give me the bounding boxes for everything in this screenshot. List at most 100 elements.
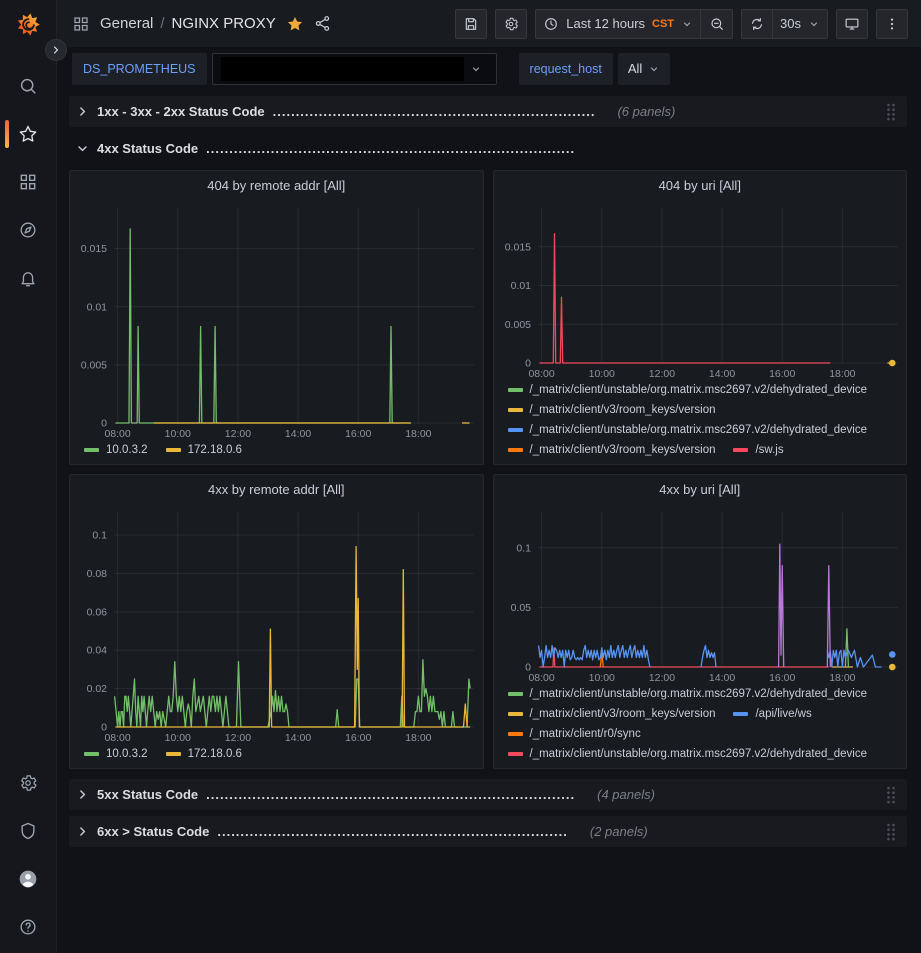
more-options-button[interactable] [876,9,908,39]
panel-4xx-by-remote-addr: 4xx by remote addr [All] 08:0010:0012:00… [69,474,484,769]
datasource-variable-label[interactable]: DS_PROMETHEUS [72,53,207,85]
panel-legend: 10.0.3.2 172.18.0.6 [70,745,483,768]
sidebar-item-help[interactable] [0,903,56,951]
y-tick-label: 0 [525,358,531,370]
request-host-variable-label[interactable]: request_host [519,53,613,85]
series-line [845,629,848,667]
kebab-menu-icon [884,16,900,32]
datasource-variable-select[interactable] [212,53,497,85]
legend-item[interactable]: /api/live/ws [733,708,811,720]
series-end-point [888,651,895,658]
time-range-label: Last 12 hours [566,16,645,31]
y-tick-label: 0.01 [510,280,531,292]
datasource-variable: DS_PROMETHEUS [72,53,497,85]
x-tick-label: 08:00 [528,368,554,380]
request-host-variable-value: All [628,61,642,76]
legend-label: /_matrix/client/unstable/org.matrix.msc2… [530,688,868,700]
sidebar-item-server-admin[interactable] [0,807,56,855]
chevron-down-icon [808,18,820,30]
refresh-button[interactable] [741,9,773,39]
drag-handle-icon[interactable] [884,785,898,805]
zoom-out-icon [709,16,725,32]
legend-item[interactable]: /_matrix/client/unstable/org.matrix.msc2… [508,424,868,436]
drag-handle-icon[interactable] [884,102,898,122]
y-tick-label: 0 [101,418,107,430]
zoom-out-time-button[interactable] [701,9,733,39]
x-tick-label: 12:00 [648,368,674,380]
row-panel-count: (6 panels) [617,104,675,119]
legend-item[interactable]: 172.18.0.6 [166,748,242,760]
sidebar-item-alerting[interactable] [0,254,56,302]
share-icon[interactable] [314,15,331,32]
tv-mode-button[interactable] [836,9,868,39]
legend-swatch [508,428,523,432]
row-4xx[interactable]: 4xx Status Code ........................… [69,133,907,164]
legend-item[interactable]: /_matrix/client/v3/room_keys/version [508,444,716,456]
y-tick-label: 0 [101,722,107,734]
avatar [18,869,38,889]
gear-icon [503,16,519,32]
y-tick-label: 0.005 [81,359,107,371]
sidebar-item-search[interactable] [0,62,56,110]
dashboard-settings-button[interactable] [495,9,527,39]
row-1xx-3xx-2xx[interactable]: 1xx - 3xx - 2xx Status Code ............… [69,96,907,127]
panel-title[interactable]: 404 by remote addr [All] [70,171,483,199]
sidebar-item-starred[interactable] [0,110,56,158]
x-tick-label: 14:00 [708,672,734,684]
time-series-chart[interactable]: 08:0010:0012:0014:0016:0018:0000.050.1 [494,503,907,685]
time-series-chart[interactable]: 08:0010:0012:0014:0016:0018:0000.020.040… [70,503,483,745]
legend-item[interactable]: /sw.js [733,444,783,456]
x-tick-label: 12:00 [225,428,251,440]
panel-title[interactable]: 404 by uri [All] [494,171,907,199]
drag-handle-icon[interactable] [884,822,898,842]
page-title[interactable]: NGINX PROXY [172,15,276,32]
x-tick-label: 18:00 [829,368,855,380]
row-6xx[interactable]: 6xx > Status Code ......................… [69,816,907,847]
x-tick-label: 14:00 [708,368,734,380]
grafana-logo[interactable] [0,0,56,48]
series-line [827,566,830,667]
request-host-variable-select[interactable]: All [618,53,670,85]
sidebar-item-explore[interactable] [0,206,56,254]
x-tick-label: 12:00 [225,732,251,744]
legend-item[interactable]: 10.0.3.2 [84,444,148,456]
panel-title[interactable]: 4xx by uri [All] [494,475,907,503]
legend-item[interactable]: /_matrix/client/unstable/org.matrix.msc2… [508,748,868,760]
legend-item[interactable]: 10.0.3.2 [84,748,148,760]
y-tick-label: 0.015 [81,243,107,255]
sidebar-item-configuration[interactable] [0,759,56,807]
timezone-label: CST [652,18,674,30]
favorite-star-icon[interactable] [286,15,304,33]
refresh-interval-picker[interactable]: 30s [773,9,828,39]
main-area: General / NGINX PROXY Last 12 hour [57,0,921,953]
sidebar-expand-button[interactable] [45,39,67,61]
legend-item[interactable]: /_matrix/client/v3/room_keys/version [508,404,716,416]
legend-item[interactable]: /_matrix/client/r0/sync [508,728,641,740]
time-series-chart[interactable]: 08:0010:0012:0014:0016:0018:0000.0050.01… [494,199,907,381]
time-range-picker[interactable]: Last 12 hours CST [535,9,701,39]
row-title: 1xx - 3xx - 2xx Status Code [97,104,265,119]
monitor-icon [844,16,860,32]
save-icon [463,16,479,32]
series-line [701,646,716,668]
x-tick-label: 16:00 [345,428,371,440]
panel-title[interactable]: 4xx by remote addr [All] [70,475,483,503]
legend-item[interactable]: /_matrix/client/unstable/org.matrix.msc2… [508,688,868,700]
save-dashboard-button[interactable] [455,9,487,39]
x-tick-label: 16:00 [769,672,795,684]
row-title-dots: ........................................… [273,104,596,119]
datasource-variable-value [221,57,464,81]
sidebar-item-profile[interactable] [0,855,56,903]
panel-legend: /_matrix/client/unstable/org.matrix.msc2… [494,685,907,768]
time-series-chart[interactable]: 08:0010:0012:0014:0016:0018:0000.0050.01… [70,199,483,441]
variables-toolbar: DS_PROMETHEUS request_host All [57,47,921,90]
x-tick-label: 10:00 [165,732,191,744]
row-5xx[interactable]: 5xx Status Code ........................… [69,779,907,810]
x-tick-label: 18:00 [829,672,855,684]
legend-item[interactable]: 172.18.0.6 [166,444,242,456]
legend-item[interactable]: /_matrix/client/unstable/org.matrix.msc2… [508,384,868,396]
series-line [778,544,783,667]
sidebar-item-dashboards[interactable] [0,158,56,206]
breadcrumb-folder[interactable]: General [100,15,153,32]
legend-item[interactable]: /_matrix/client/v3/room_keys/version [508,708,716,720]
